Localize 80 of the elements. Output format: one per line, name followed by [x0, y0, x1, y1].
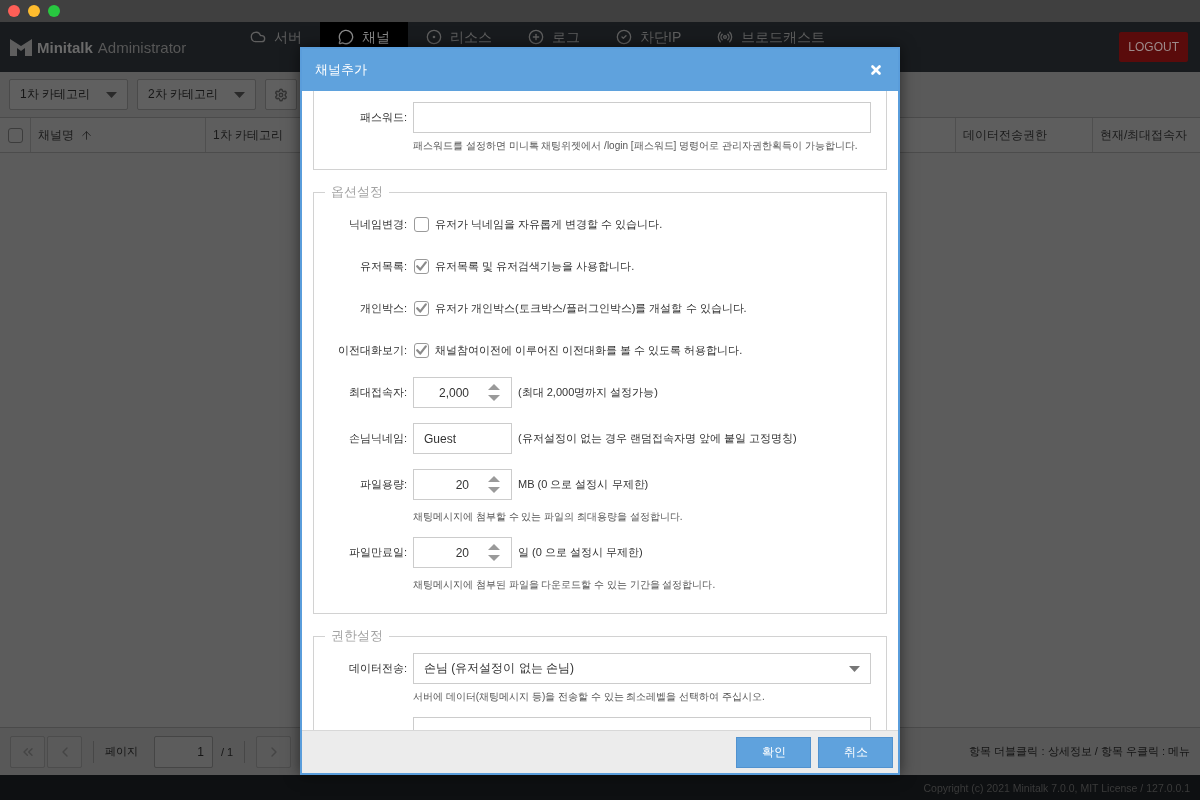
- close-icon: [869, 63, 883, 77]
- arrow-up-icon: [80, 128, 93, 142]
- settings-icon: [274, 87, 288, 102]
- help-text: 패스워드를 설정하면 미니톡 채팅위젯에서 /login [패스워드] 명령어로 관리자권한획득이 가능합니다.: [413, 139, 859, 153]
- number-field[interactable]: 20: [413, 537, 512, 568]
- checkmark-icon: [416, 303, 427, 313]
- nav-tab[interactable]: 차단IP: [598, 22, 700, 47]
- logo-text: Minitalk: [37, 38, 93, 56]
- dialog-button[interactable]: 취소: [818, 736, 893, 768]
- field-note: 일 (0 으로 설정시 무제한): [518, 545, 643, 560]
- field-label: 파일용량:: [358, 477, 407, 492]
- close-window-icon[interactable]: [8, 5, 20, 17]
- logo-icon: [10, 38, 32, 56]
- column-header[interactable]: 채널명: [30, 118, 205, 152]
- field-label: 최대접속자:: [347, 385, 407, 400]
- option-text: 유저가 개인박스(토크박스/플러그인박스)를 개설할 수 있습니다.: [435, 300, 747, 316]
- field-label: 손님닉네임:: [347, 431, 407, 446]
- help-text: 서버에 데이터(채팅메시지 등)을 전송할 수 있는 최소레벨을 선택하여 주십시오.: [413, 690, 766, 704]
- minimize-window-icon[interactable]: [28, 5, 40, 17]
- zoom-window-icon[interactable]: [48, 5, 60, 17]
- stepper-arrows-icon[interactable]: [488, 476, 500, 493]
- nav-tab[interactable]: 채널: [320, 22, 408, 47]
- field-note: (유저설정이 없는 경우 랜덤접속자명 앞에 붙일 고정명칭): [518, 431, 797, 446]
- usage-hint: 항목 더블클릭 : 상세정보 / 항목 우클릭 : 메뉴: [969, 744, 1190, 759]
- category-select[interactable]: 1차 카테고리: [9, 79, 128, 110]
- nav-tab[interactable]: 로그: [510, 22, 598, 47]
- group-legend: 옵션설정: [325, 183, 389, 201]
- close-button[interactable]: [868, 62, 884, 78]
- page-label: 페이지: [105, 744, 138, 759]
- password-field[interactable]: [413, 102, 871, 133]
- field-note: MB (0 으로 설정시 무제한): [518, 477, 649, 492]
- radio-waves-icon: [717, 29, 734, 45]
- caret-icon: [106, 91, 117, 98]
- option-text: 유저목록 및 유저검색기능을 사용합니다.: [435, 258, 635, 274]
- checkbox[interactable]: [7, 127, 23, 143]
- field-note: (최대 2,000명까지 설정가능): [518, 385, 658, 400]
- checkbox[interactable]: [414, 258, 429, 274]
- cloud-icon: [250, 29, 266, 45]
- text-field[interactable]: Guest: [413, 423, 512, 454]
- number-field[interactable]: 20: [413, 469, 512, 500]
- nav-tab[interactable]: 브로드캐스트: [699, 22, 844, 47]
- option-text: 채널참여이전에 이루어진 이전대화를 볼 수 있도록 허용합니다.: [435, 342, 743, 358]
- chat-bubble-icon: [338, 29, 354, 45]
- checkbox[interactable]: [414, 216, 429, 232]
- field-label: 데이터전송:: [347, 661, 407, 676]
- field-label: 이전대화보기:: [336, 342, 407, 358]
- nav-tab[interactable]: 리소스: [408, 22, 510, 47]
- column-header[interactable]: 현재/최대접속자: [1092, 118, 1200, 152]
- dialog-button[interactable]: 확인: [736, 736, 811, 768]
- logout-button[interactable]: LOGOUT: [1119, 32, 1188, 62]
- field-label: 패스워드:: [358, 110, 407, 125]
- checkbox[interactable]: [414, 300, 429, 316]
- caret-icon: [849, 665, 860, 672]
- field-label: 닉네임변경:: [347, 216, 407, 232]
- stepper-arrows-icon[interactable]: [488, 384, 500, 401]
- category-select[interactable]: 2차 카테고리: [137, 79, 256, 110]
- help-text: 채팅메시지에 첨부된 파일을 다운로드할 수 있는 기간을 설정합니다.: [413, 578, 717, 592]
- field-label: 파일만료일:: [347, 545, 407, 560]
- field-label: 유저목록:: [358, 258, 407, 274]
- number-field[interactable]: 2,000: [413, 377, 512, 408]
- help-text: 채팅메시지에 첨부할 수 있는 파일의 최대용량을 설정합니다.: [413, 510, 684, 524]
- dialog-title: 채널추가: [315, 61, 367, 79]
- select-field[interactable]: 손님 (유저설정이 없는 손님): [413, 653, 871, 684]
- checkmark-icon: [416, 261, 427, 271]
- settings-button[interactable]: [265, 79, 297, 110]
- circle-dot-icon: [426, 29, 442, 45]
- nav-tab[interactable]: 서버: [232, 22, 320, 47]
- page-field[interactable]: 1: [154, 735, 213, 768]
- caret-icon: [234, 91, 245, 98]
- checkmark-icon: [416, 345, 427, 355]
- group-legend: 권한설정: [325, 627, 389, 645]
- checkbox[interactable]: [414, 342, 429, 358]
- option-text: 유저가 닉네임을 자유롭게 변경할 수 있습니다.: [435, 216, 663, 232]
- field-label: 개인박스:: [358, 300, 407, 316]
- page-total: / 1: [221, 745, 234, 758]
- stepper-arrows-icon[interactable]: [488, 544, 500, 561]
- plus-circle-icon: [528, 29, 544, 45]
- check-circle-icon: [616, 29, 632, 45]
- logo-subtitle: Administrator: [97, 38, 187, 56]
- column-header[interactable]: 데이터전송권한: [955, 118, 1092, 152]
